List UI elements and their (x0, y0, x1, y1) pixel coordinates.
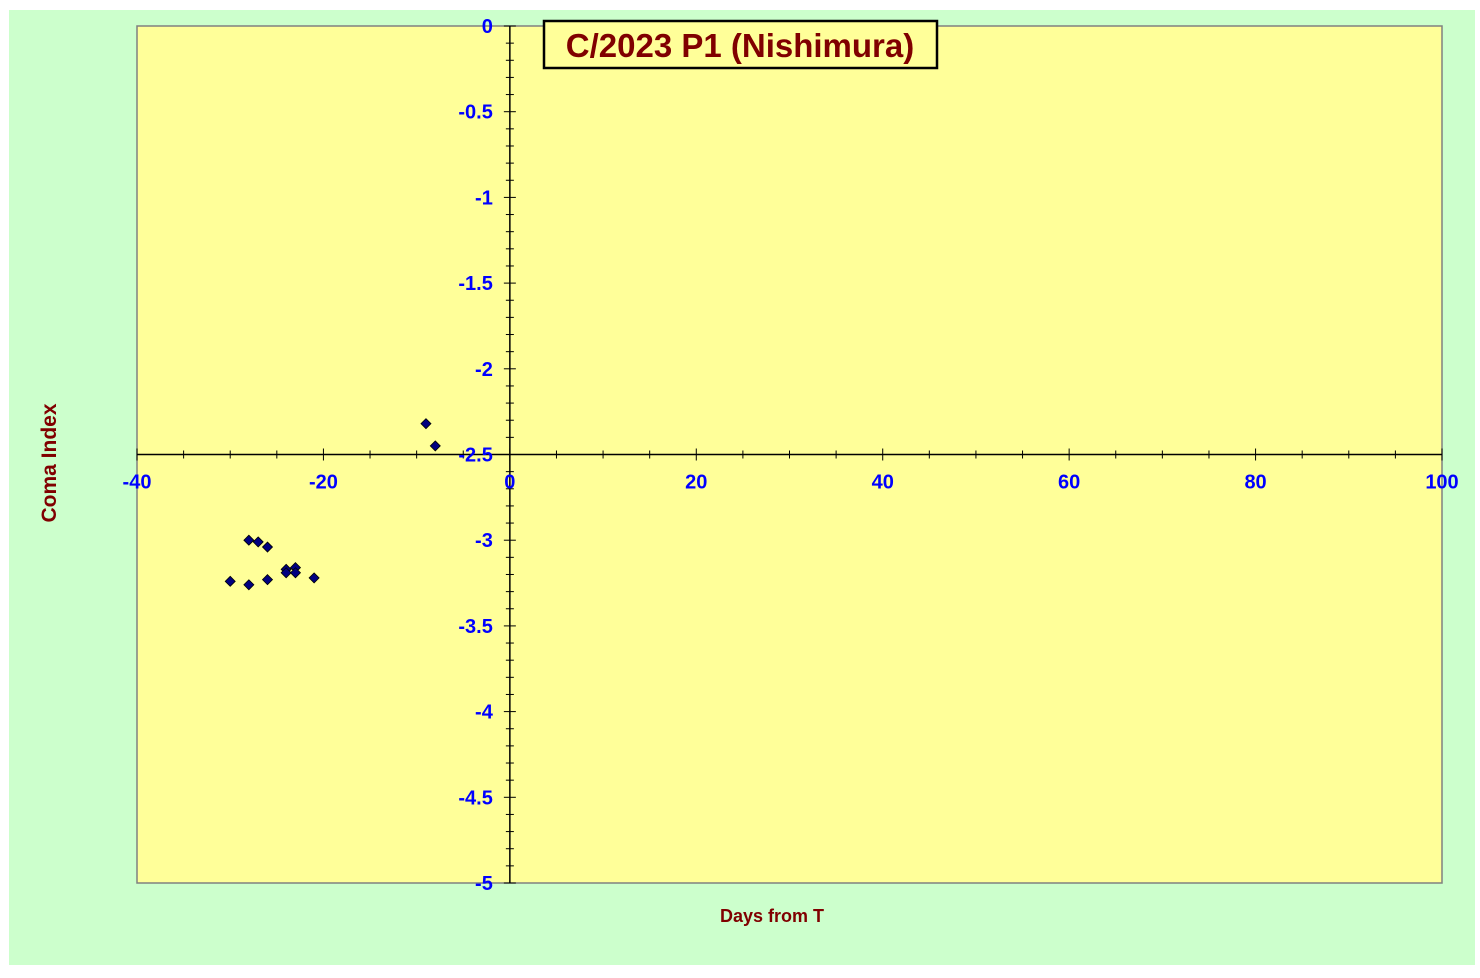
y-tick-label: -5 (475, 873, 493, 895)
y-tick-label: -0.5 (458, 102, 492, 124)
y-tick-label: -3.5 (458, 616, 492, 638)
y-tick-label: -1 (475, 187, 493, 209)
y-axis-title: Coma Index (38, 403, 61, 522)
x-tick-label: 40 (872, 472, 894, 494)
x-tick-label: 100 (1425, 472, 1458, 494)
y-tick-label: -4.5 (458, 787, 492, 809)
y-tick-label: -3 (475, 530, 493, 552)
x-tick-label: 80 (1244, 472, 1266, 494)
y-tick-label: -4 (475, 702, 494, 724)
chart-title: C/2023 P1 (Nishimura) (566, 27, 914, 64)
y-tick-label: -2.5 (458, 445, 492, 467)
chart-figure: -40 -20 0 20 40 60 80 100 0 -0.5 -1 -1.5 -2 -2.5 -3 -3.… (0, 0, 1480, 973)
y-tick-label: 0 (482, 16, 493, 38)
y-tick-label: -2 (475, 359, 493, 381)
y-tick-label: -1.5 (458, 273, 492, 295)
x-tick-label: 0 (504, 472, 515, 494)
x-tick-label: -20 (309, 472, 338, 494)
x-tick-label: -40 (123, 472, 152, 494)
x-tick-label: 20 (685, 472, 707, 494)
chart-svg: -40 -20 0 20 40 60 80 100 0 -0.5 -1 -1.5 -2 -2.5 -3 -3.… (9, 10, 1475, 965)
x-axis-title: Days from T (720, 906, 824, 926)
x-tick-label: 60 (1058, 472, 1080, 494)
